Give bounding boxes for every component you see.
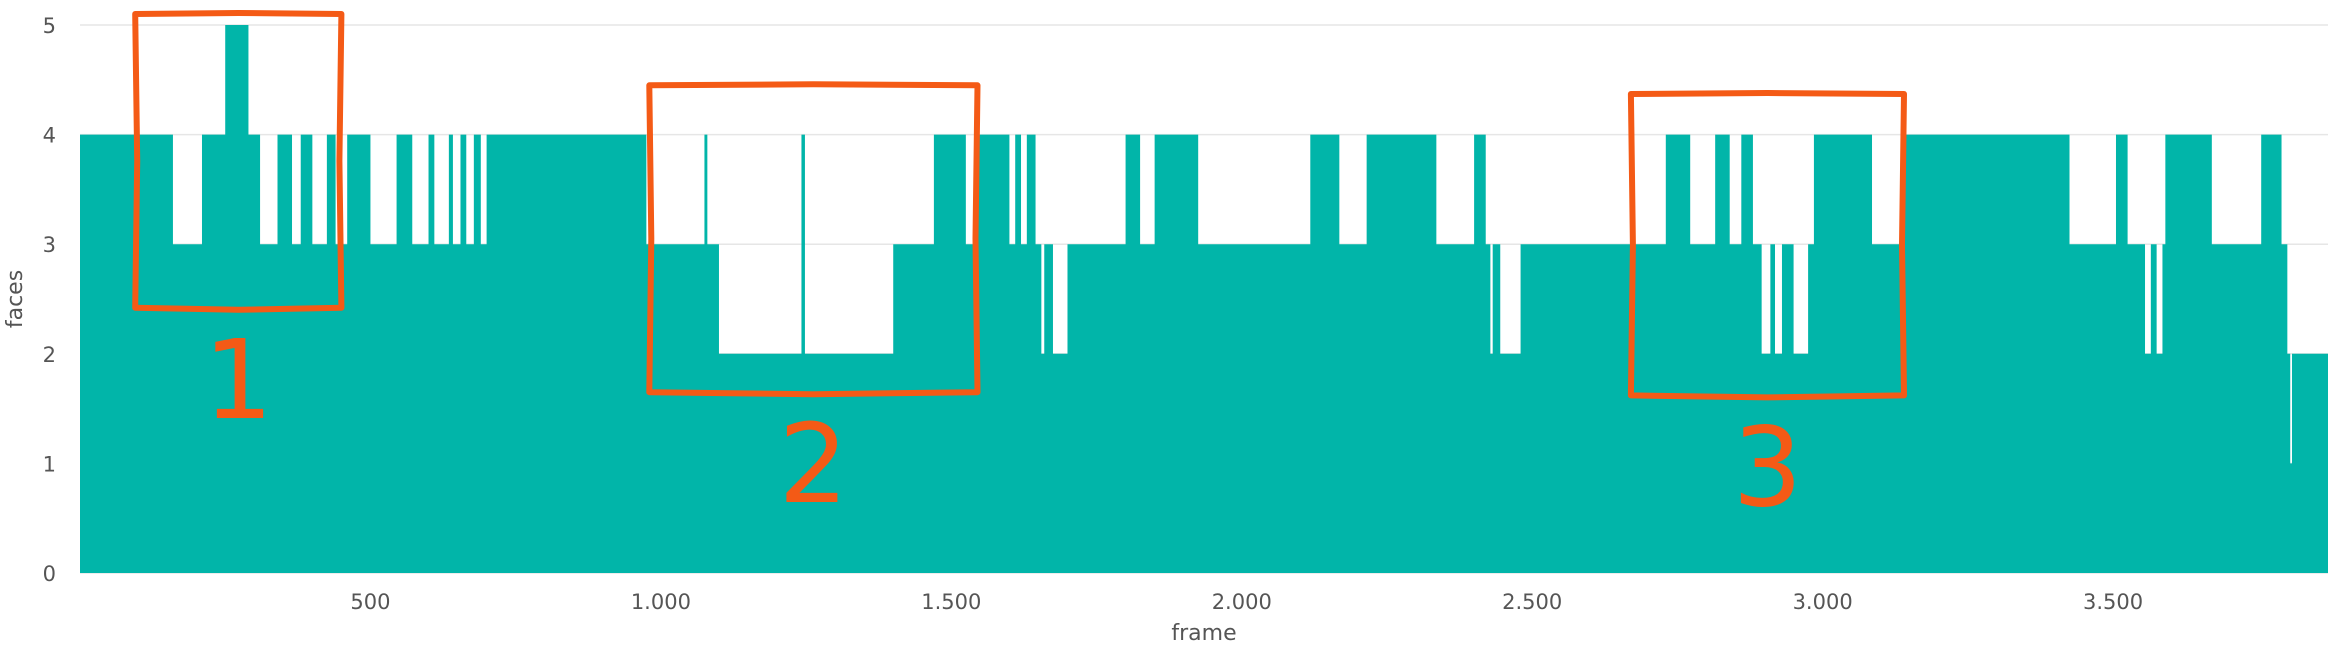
x-axis-title: frame [1171, 621, 1236, 646]
annotation-label-3: 3 [1732, 403, 1802, 531]
series-area-0 [80, 25, 2328, 573]
x-tick-label: 500 [350, 590, 390, 614]
x-tick-label: 3.000 [1793, 590, 1853, 614]
x-axis: 500 1.000 1.500 2.000 2.500 3.000 3.500 [350, 590, 2143, 614]
y-tick-label: 5 [43, 14, 56, 38]
y-tick-label: 1 [43, 452, 56, 476]
x-tick-label: 1.000 [631, 590, 691, 614]
plot-area [80, 25, 2328, 573]
chart: 0 1 2 3 4 5 500 1.000 1.500 2.000 2.500 3.000 3.500… [0, 0, 2340, 650]
y-tick-label: 4 [43, 124, 56, 148]
y-axis: 0 1 2 3 4 5 [43, 14, 56, 586]
y-tick-label: 0 [43, 562, 56, 586]
faces-per-frame-chart: 0 1 2 3 4 5 500 1.000 1.500 2.000 2.500 3.000 3.500… [3, 10, 2328, 646]
x-tick-label: 2.000 [1212, 590, 1272, 614]
x-tick-label: 3.500 [2083, 590, 2143, 614]
x-tick-label: 1.500 [921, 590, 981, 614]
y-axis-title: faces [3, 270, 28, 328]
x-tick-label: 2.500 [1502, 590, 1562, 614]
annotation-label-1: 1 [203, 316, 273, 444]
annotation-label-2: 2 [778, 400, 848, 528]
y-tick-label: 2 [43, 343, 56, 367]
y-tick-label: 3 [43, 233, 56, 257]
